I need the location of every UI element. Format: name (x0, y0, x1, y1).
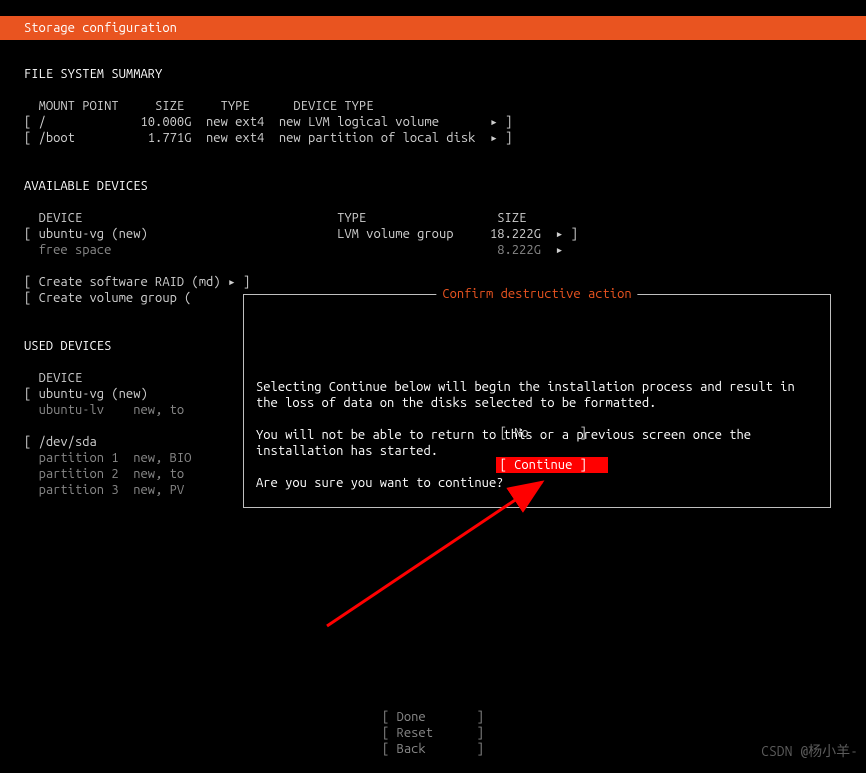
used-row[interactable]: [ /dev/sda (24, 435, 97, 449)
chevron-right-icon: ▸ (490, 131, 498, 145)
done-label: Done (397, 710, 426, 724)
avail-dev-1: free space (39, 243, 112, 257)
col-size: SIZE (155, 99, 184, 113)
used-dev-3: partition 1 (39, 451, 119, 465)
fs-row[interactable]: [ / 10.000G new ext4 new LVM logical vol… (24, 115, 512, 129)
avail-type-0: LVM volume group (337, 227, 453, 241)
fs-row[interactable]: [ /boot 1.771G new ext4 new partition of… (24, 131, 512, 145)
used-row[interactable]: [ ubuntu-vg (new) (24, 387, 148, 401)
chevron-right-icon: ▸ (555, 227, 563, 241)
col-mount: MOUNT POINT (39, 99, 119, 113)
no-label: No (514, 426, 529, 440)
fs-devtype-0: new LVM logical volume (279, 115, 439, 129)
used-row: partition 2 new, to (24, 467, 184, 481)
modal-title: Confirm destructive action (436, 286, 637, 302)
create-raid-action[interactable]: [ Create software RAID (md) ▸ ] (24, 275, 250, 289)
modal-p1: Selecting Continue below will begin the … (256, 380, 802, 410)
used-dev-5: partition 3 (39, 483, 119, 497)
used-dev-0: ubuntu-vg (new) (39, 387, 148, 401)
used-dev-2: /dev/sda (39, 435, 97, 449)
col-device: DEVICE (39, 211, 83, 225)
back-label: Back (397, 742, 426, 756)
confirm-modal: Confirm destructive action Selecting Con… (243, 294, 831, 508)
create-vg-label: Create volume group ( (39, 291, 192, 305)
fs-type-1: new ext4 (206, 131, 264, 145)
used-row: partition 3 new, PV (24, 483, 184, 497)
window-top-bar (0, 0, 866, 16)
continue-label: Continue (514, 458, 572, 472)
col-device: DEVICE (39, 371, 83, 385)
used-extra-4: new, to (133, 467, 184, 481)
chevron-right-icon: ▸ (228, 275, 236, 289)
fs-summary-heading: FILE SYSTEM SUMMARY (24, 67, 162, 81)
used-extra-1: new, to (133, 403, 184, 417)
col-type: TYPE (337, 211, 366, 225)
col-size: SIZE (497, 211, 526, 225)
used-extra-3: new, BIO (133, 451, 191, 465)
avail-row: free space 8.222G ▸ (24, 243, 563, 257)
watermark: CSDN @杨小羊- (761, 743, 858, 759)
used-row: partition 1 new, BIO (24, 451, 191, 465)
used-dev-4: partition 2 (39, 467, 119, 481)
fs-mount-1: /boot (39, 131, 75, 145)
fs-size-0: 10.000G (140, 115, 191, 129)
fs-devtype-1: new partition of local disk (279, 131, 476, 145)
used-extra-5: new, PV (133, 483, 184, 497)
avail-row[interactable]: [ ubuntu-vg (new) LVM volume group 18.22… (24, 227, 578, 241)
chevron-right-icon: ▸ (555, 243, 563, 257)
used-heading: USED DEVICES (24, 339, 111, 353)
page-title: Storage configuration (24, 20, 177, 36)
avail-size-1: 8.222G (497, 243, 541, 257)
avail-dev-0: ubuntu-vg (new) (39, 227, 148, 241)
back-button[interactable]: [ Back ] (382, 742, 484, 756)
col-type: TYPE (221, 99, 250, 113)
reset-label: Reset (397, 726, 433, 740)
col-devtype: DEVICE TYPE (293, 99, 373, 113)
available-heading: AVAILABLE DEVICES (24, 179, 148, 193)
no-button[interactable]: [ No ] (496, 425, 608, 441)
fs-size-1: 1.771G (148, 131, 192, 145)
used-dev-1: ubuntu-lv (39, 403, 105, 417)
reset-button[interactable]: [ Reset ] (382, 726, 484, 740)
done-button[interactable]: [ Done ] (382, 710, 484, 724)
footer-actions: [ Done ] [ Reset ] [ Back ] (0, 693, 866, 757)
fs-mount-0: / (39, 115, 46, 129)
create-vg-action[interactable]: [ Create volume group ( (24, 291, 191, 305)
used-row: ubuntu-lv new, to (24, 403, 184, 417)
avail-size-0: 18.222G (490, 227, 541, 241)
continue-button[interactable]: [ Continue ] (496, 457, 608, 473)
chevron-right-icon: ▸ (490, 115, 498, 129)
create-raid-label: Create software RAID (md) (39, 275, 221, 289)
header-bar: Storage configuration (0, 16, 866, 40)
fs-type-0: new ext4 (206, 115, 264, 129)
